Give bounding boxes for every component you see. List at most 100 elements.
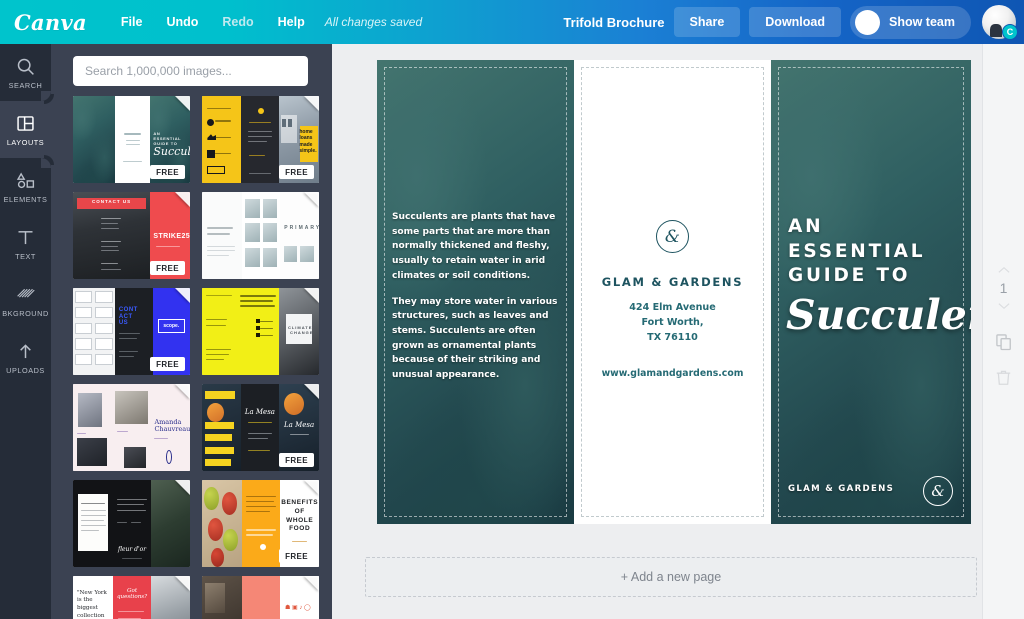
corner-curl [304, 480, 319, 495]
canvas-area[interactable]: Succulents are plants that have some par… [332, 44, 1024, 619]
team-avatar-placeholder [855, 9, 880, 35]
layout-thumbnail[interactable]: CLIMATE CHANGE [202, 288, 319, 375]
corner-curl [175, 96, 190, 111]
ampersand-logo-icon: & [923, 476, 953, 506]
sidebar-item-layouts[interactable]: LAYOUTS [0, 91, 51, 168]
free-badge: FREE [150, 261, 185, 275]
page-number: 1 [999, 280, 1008, 296]
layout-thumbnail[interactable]: BENEFITS OF WHOLE FOOD FREE [202, 480, 319, 567]
corner-curl [304, 96, 319, 111]
layout-thumbnail[interactable]: PRIMARY [202, 192, 319, 279]
cover-title[interactable]: AN ESSENTIAL GUIDE TO Succulents [786, 215, 971, 339]
show-team-button[interactable]: Show team [850, 5, 971, 39]
layout-thumbnail[interactable]: home loans made simple. FREE [202, 96, 319, 183]
corner-curl [175, 576, 190, 591]
sidebar-label-uploads: UPLOADS [6, 365, 45, 375]
show-team-label: Show team [889, 15, 955, 29]
menu-item-help[interactable]: Help [266, 9, 317, 35]
layout-thumbnail[interactable]: NORFOLKMARKET ☗ ▣ ♪ ◯ GOOD [202, 576, 319, 619]
menu-item-undo[interactable]: Undo [154, 9, 210, 35]
layouts-panel: AN ESSENTIALGUIDE TO Succulents FREE [51, 44, 332, 619]
ampersand-logo-icon: & [656, 220, 689, 253]
layout-thumbnail[interactable]: La Mesa La Mesa FREE [202, 384, 319, 471]
brochure-design[interactable]: Succulents are plants that have some par… [377, 60, 971, 524]
search-icon [17, 58, 34, 75]
sidebar-label-text: TEXT [15, 251, 36, 261]
background-icon [17, 288, 35, 298]
save-status-text: All changes saved [324, 15, 423, 29]
share-button[interactable]: Share [673, 7, 741, 37]
address-block[interactable]: 424 Elm Avenue Fort Worth, TX 76110 [574, 301, 771, 346]
layout-thumbnail[interactable]: CONTACT US STRIKE25 FREE [73, 192, 190, 279]
top-toolbar: Canva File Undo Redo Help All changes sa… [0, 0, 1024, 44]
layout-thumbnail-grid: AN ESSENTIALGUIDE TO Succulents FREE [51, 96, 332, 619]
canva-logo[interactable]: Canva [14, 10, 87, 35]
corner-curl [175, 288, 190, 303]
address-line-3: TX 76110 [647, 331, 698, 343]
chevron-down-icon[interactable] [997, 302, 1011, 310]
layout-thumbnail[interactable]: CONT ACT US scope. FREE [73, 288, 190, 375]
left-tool-rail: SEARCH LAYOUTS ELEMENTS TEXT BKGROUND UP… [0, 44, 51, 619]
free-badge: FREE [279, 549, 314, 563]
title-line-3: GUIDE TO [788, 265, 911, 287]
corner-curl [175, 480, 190, 495]
title-line-2: ESSENTIAL [788, 240, 926, 262]
upload-icon [20, 343, 31, 358]
menu-item-redo[interactable]: Redo [210, 9, 265, 35]
main-menu: File Undo Redo Help All changes saved [109, 9, 422, 35]
free-badge: FREE [150, 165, 185, 179]
body-paragraph-2: They may store water in various structur… [392, 296, 558, 381]
brochure-panel-left[interactable]: Succulents are plants that have some par… [377, 60, 574, 524]
layout-thumbnail[interactable]: fleur d'or [73, 480, 190, 567]
search-input[interactable] [73, 56, 308, 86]
text-icon [18, 230, 33, 244]
sidebar-item-text[interactable]: TEXT [0, 215, 51, 272]
chevron-up-icon[interactable] [997, 266, 1011, 274]
add-new-page-button[interactable]: + Add a new page [365, 557, 977, 597]
download-button[interactable]: Download [749, 7, 841, 37]
document-title[interactable]: Trifold Brochure [563, 15, 664, 30]
canva-editor-window: Canva File Undo Redo Help All changes sa… [0, 0, 1024, 619]
layout-thumbnail[interactable]: "New York is the biggest collection of v… [73, 576, 190, 619]
brand-name[interactable]: GLAM & GARDENS [574, 275, 771, 289]
menu-item-file[interactable]: File [109, 9, 155, 35]
brochure-panel-middle[interactable]: & GLAM & GARDENS 424 Elm Avenue Fort Wor… [574, 60, 771, 524]
top-toolbar-right: Trifold Brochure Share Download Show tea… [563, 5, 1024, 40]
elements-icon [16, 172, 35, 188]
sidebar-label-background: BKGROUND [2, 308, 49, 318]
layout-thumbnail[interactable]: AN ESSENTIALGUIDE TO Succulents FREE [73, 96, 190, 183]
duplicate-icon[interactable] [994, 332, 1014, 352]
free-badge: FREE [279, 165, 314, 179]
sidebar-label-layouts: LAYOUTS [6, 137, 45, 147]
corner-curl [304, 576, 319, 591]
sidebar-item-elements[interactable]: ELEMENTS [0, 158, 51, 215]
corner-curl [175, 384, 190, 399]
website-url[interactable]: www.glamandgardens.com [574, 368, 771, 379]
corner-curl [175, 192, 190, 207]
sidebar-item-uploads[interactable]: UPLOADS [0, 329, 51, 386]
brochure-panel-right[interactable]: AN ESSENTIAL GUIDE TO Succulents GLAM & … [771, 60, 971, 524]
user-avatar[interactable]: C [982, 5, 1018, 40]
layout-thumbnail[interactable]: Amanda Chauvreau [73, 384, 190, 471]
brochure-body-text[interactable]: Succulents are plants that have some par… [392, 210, 560, 383]
search-container [51, 44, 332, 96]
free-badge: FREE [279, 453, 314, 467]
title-line-1: AN [788, 216, 824, 237]
title-script-word: Succulents [786, 290, 971, 339]
layouts-icon [17, 115, 34, 131]
corner-curl [304, 288, 319, 303]
sidebar-item-background[interactable]: BKGROUND [0, 272, 51, 329]
corner-curl [304, 192, 319, 207]
address-line-1: 424 Elm Avenue [629, 302, 716, 313]
body-paragraph-1: Succulents are plants that have some par… [392, 212, 556, 281]
avatar-badge: C [1002, 24, 1018, 40]
sidebar-label-search: SEARCH [8, 80, 43, 90]
corner-curl [304, 384, 319, 399]
address-line-2: Fort Worth, [641, 316, 704, 328]
free-badge: FREE [150, 357, 185, 371]
brand-block: & GLAM & GARDENS 424 Elm Avenue Fort Wor… [574, 220, 771, 379]
trash-icon[interactable] [994, 368, 1013, 387]
page-toolstrip: 1 [982, 44, 1024, 619]
cover-footer-brand[interactable]: GLAM & GARDENS [788, 484, 894, 494]
sidebar-label-elements: ELEMENTS [3, 194, 48, 204]
